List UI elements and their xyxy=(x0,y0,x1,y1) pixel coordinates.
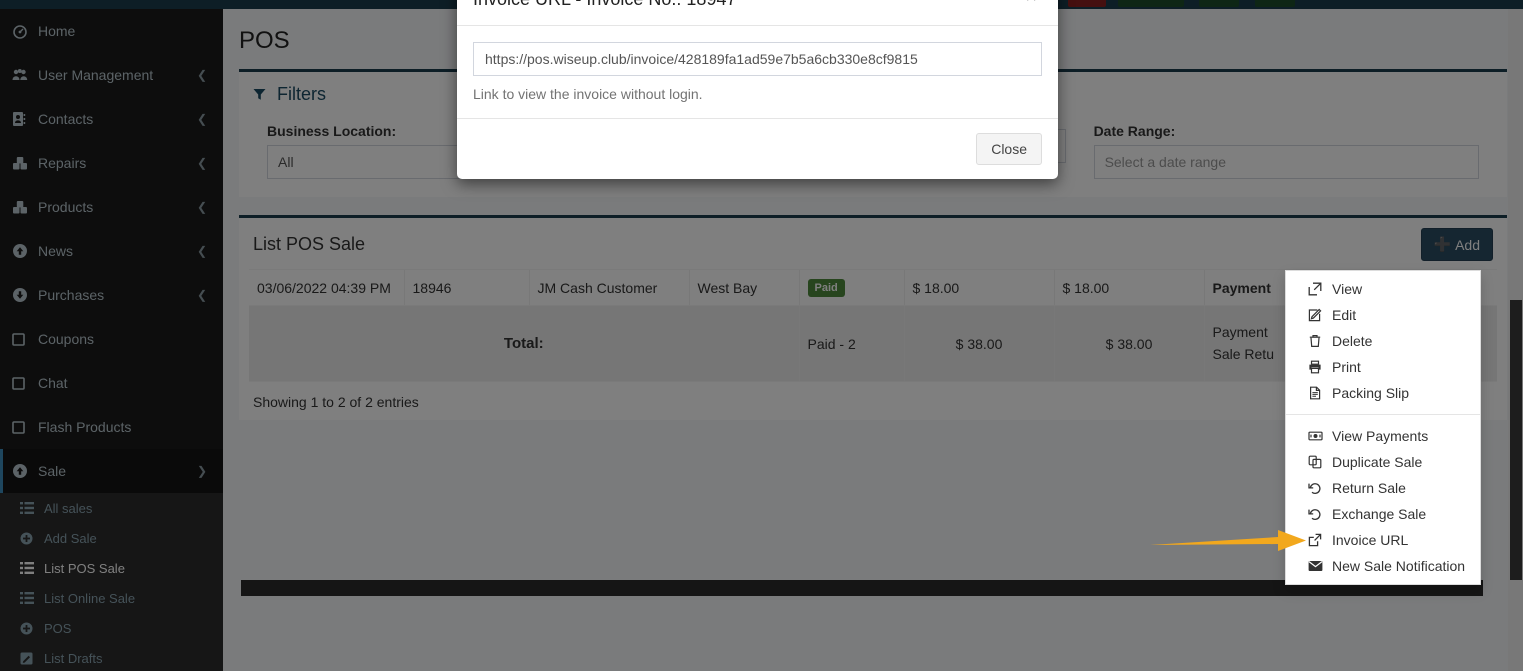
dropdown-item-label: Invoice URL xyxy=(1332,532,1409,548)
dropdown-item-new-sale-notification[interactable]: New Sale Notification xyxy=(1286,553,1480,579)
dropdown-item-exchange-sale[interactable]: Exchange Sale xyxy=(1286,501,1480,527)
dropdown-item-invoice-url[interactable]: Invoice URL xyxy=(1286,527,1480,553)
dropdown-item-view[interactable]: View xyxy=(1286,276,1480,302)
printer-icon xyxy=(1308,360,1332,374)
file-text-icon xyxy=(1308,386,1332,400)
close-button[interactable]: Close xyxy=(976,133,1042,165)
modal-body: Link to view the invoice without login. xyxy=(457,26,1058,118)
dropdown-item-label: Edit xyxy=(1332,307,1357,323)
dropdown-item-label: Packing Slip xyxy=(1332,385,1410,401)
invoice-url-modal: Invoice URL - Invoice No.: 18947 × Link … xyxy=(457,0,1058,179)
external-link-icon xyxy=(1308,282,1332,296)
dropdown-item-label: New Sale Notification xyxy=(1332,558,1466,574)
dropdown-item-label: Duplicate Sale xyxy=(1332,454,1423,470)
dropdown-item-return-sale[interactable]: Return Sale xyxy=(1286,475,1480,501)
dropdown-item-label: Return Sale xyxy=(1332,480,1406,496)
invoice-url-input[interactable] xyxy=(473,42,1042,76)
copy-icon xyxy=(1308,455,1332,469)
money-icon xyxy=(1308,429,1332,443)
modal-header: Invoice URL - Invoice No.: 18947 × xyxy=(457,0,1058,26)
invoice-url-help-text: Link to view the invoice without login. xyxy=(473,86,703,102)
dropdown-item-print[interactable]: Print xyxy=(1286,354,1480,380)
modal-title: Invoice URL - Invoice No.: 18947 xyxy=(473,0,736,9)
dropdown-item-label: Exchange Sale xyxy=(1332,506,1427,522)
dropdown-item-edit[interactable]: Edit xyxy=(1286,302,1480,328)
app-root: Home User Management ❮ Contacts ❮ Repair… xyxy=(0,0,1523,671)
arrow-annotation xyxy=(1148,526,1308,556)
dropdown-item-label: View Payments xyxy=(1332,428,1429,444)
pencil-square-icon xyxy=(1308,308,1332,322)
dropdown-item-duplicate-sale[interactable]: Duplicate Sale xyxy=(1286,449,1480,475)
close-icon[interactable]: × xyxy=(1019,0,1043,8)
trash-icon xyxy=(1308,334,1332,348)
envelope-icon xyxy=(1308,560,1332,572)
dropdown-item-view-payments[interactable]: View Payments xyxy=(1286,423,1480,449)
external-link-square-icon xyxy=(1308,533,1332,547)
dropdown-item-packing-slip[interactable]: Packing Slip xyxy=(1286,380,1480,406)
dropdown-divider xyxy=(1286,414,1480,415)
row-actions-dropdown[interactable]: View Edit Delete Print Packing Slip View… xyxy=(1285,270,1481,585)
dropdown-item-label: View xyxy=(1332,281,1363,297)
dropdown-item-delete[interactable]: Delete xyxy=(1286,328,1480,354)
undo-icon xyxy=(1308,481,1332,495)
dropdown-item-label: Print xyxy=(1332,359,1361,375)
undo-icon xyxy=(1308,507,1332,521)
dropdown-item-label: Delete xyxy=(1332,333,1373,349)
modal-footer: Close xyxy=(457,118,1058,179)
